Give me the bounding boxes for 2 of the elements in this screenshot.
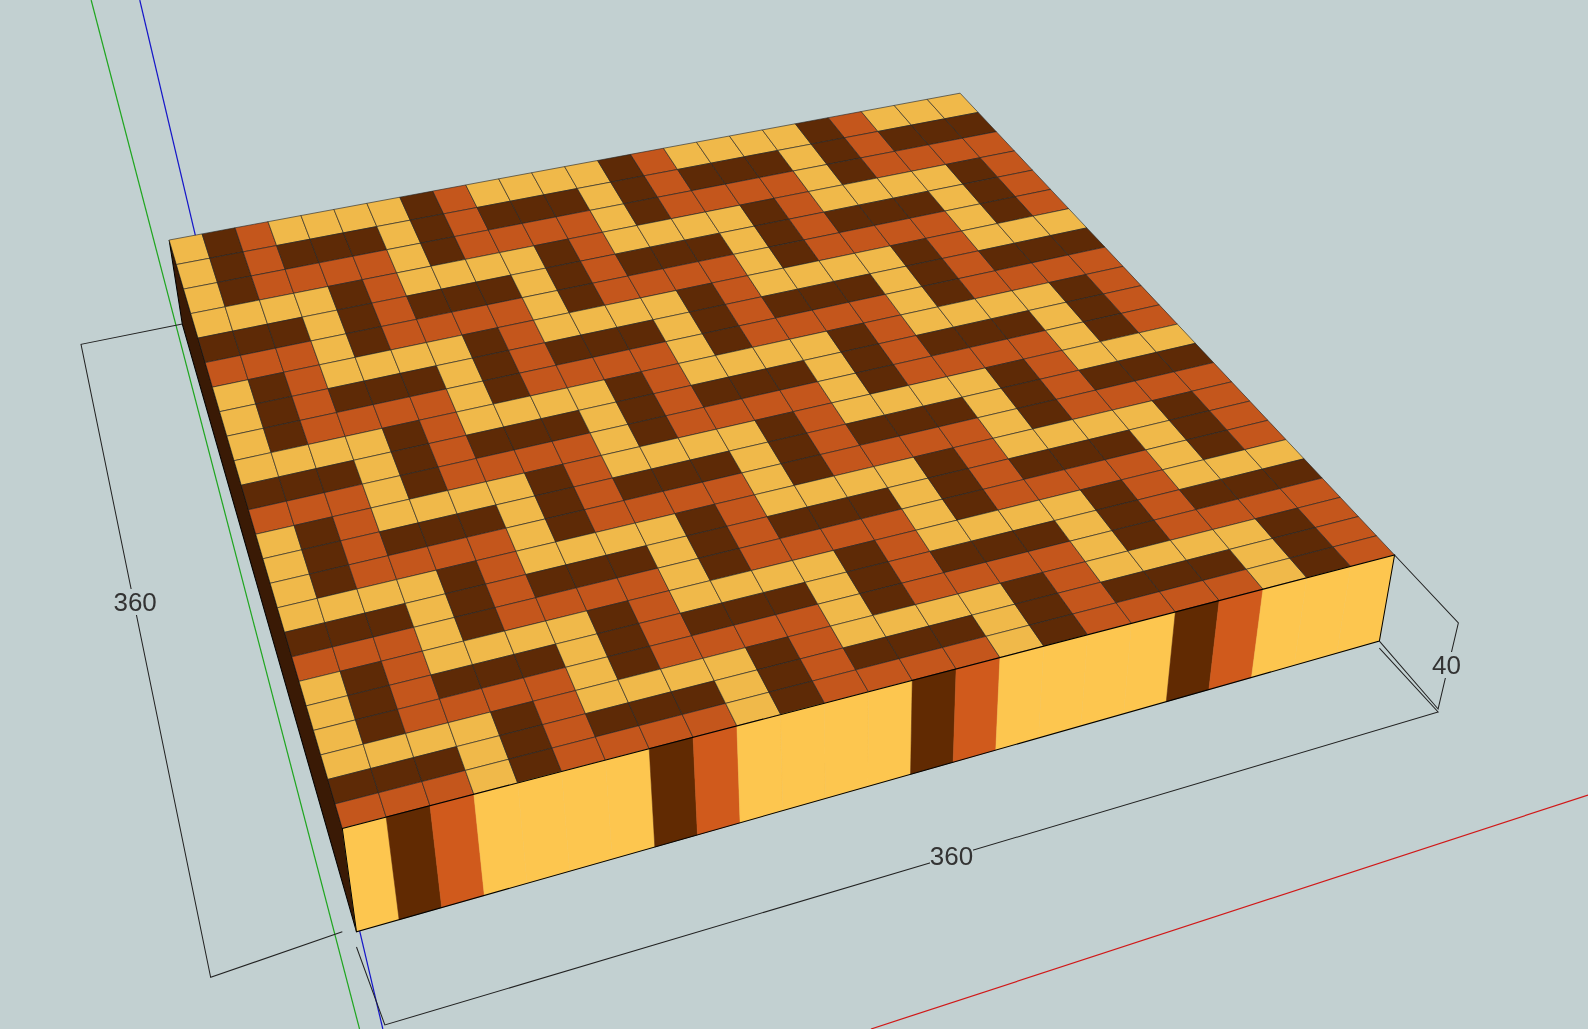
dimension-label: 40 [1432,652,1461,679]
dimension-label: 360 [113,589,157,616]
